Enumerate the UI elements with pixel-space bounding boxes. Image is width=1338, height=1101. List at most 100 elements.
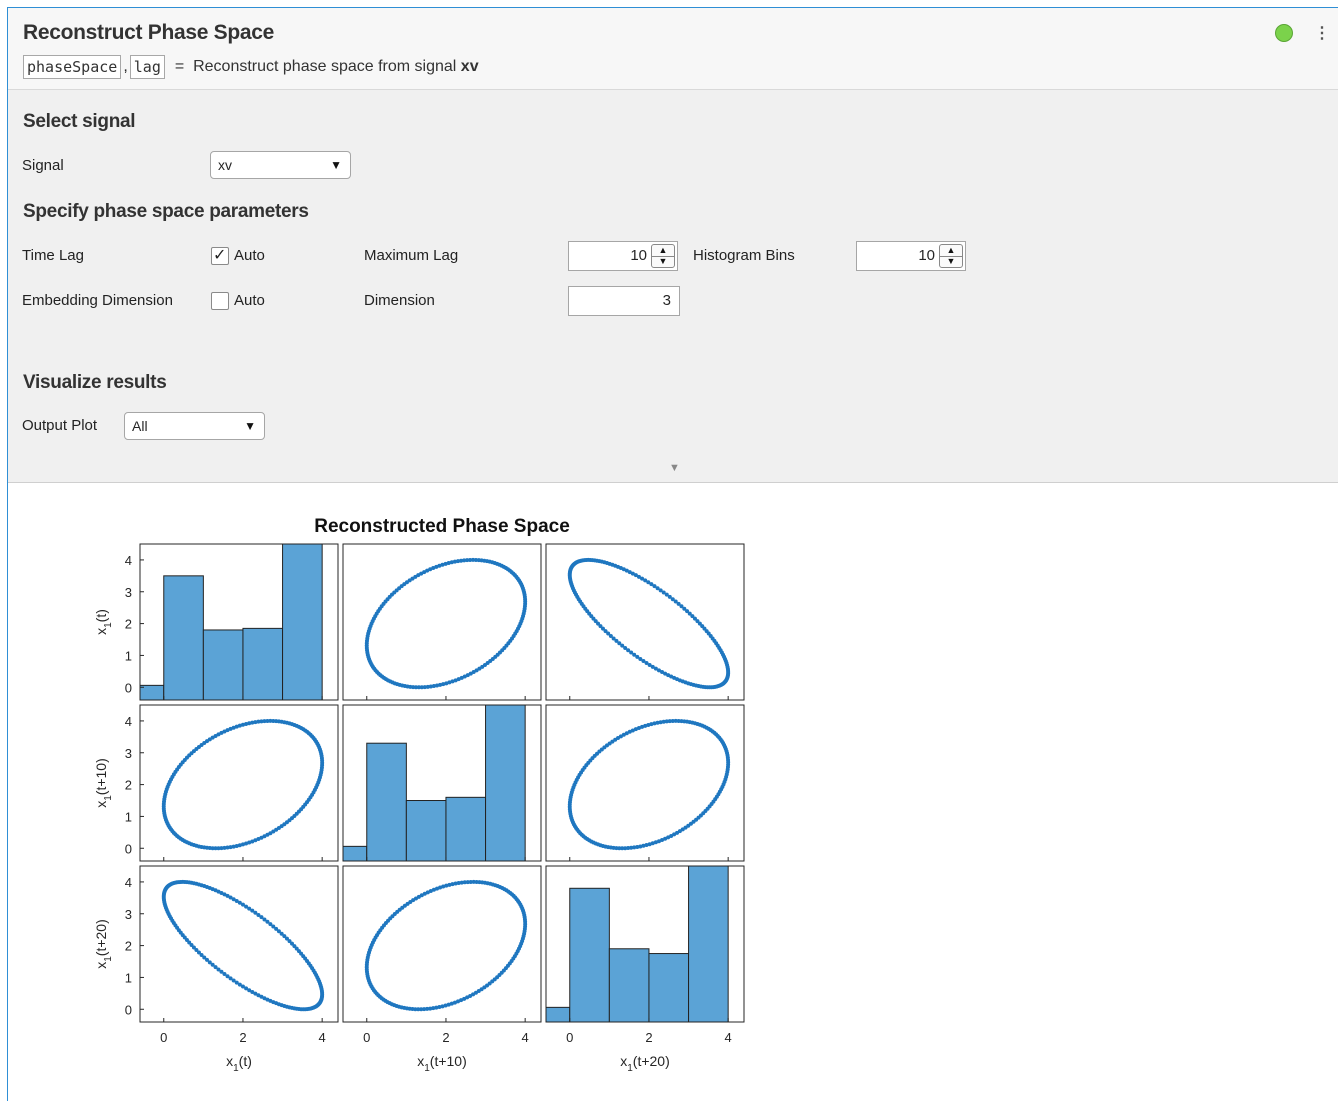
- output-plot-value: All: [132, 418, 148, 434]
- task-header: Reconstruct Phase Space phaseSpace , lag…: [8, 8, 1338, 90]
- y-axis-label: x1(t+20): [93, 919, 114, 969]
- scatter-point: [237, 900, 242, 905]
- embedding-label: Embedding Dimension: [22, 292, 173, 309]
- y-tick-label: 4: [125, 875, 132, 890]
- section-visualize: Visualize results: [23, 372, 167, 393]
- time-lag-auto-checkbox[interactable]: ✓: [211, 247, 229, 265]
- scatter-point: [517, 624, 522, 629]
- hist-bins-stepper[interactable]: ▲ ▼: [939, 244, 963, 268]
- histogram-bar: [546, 1006, 571, 1022]
- chevron-down-icon: ▼: [244, 419, 256, 433]
- task-signature: phaseSpace , lag = Reconstruct phase spa…: [23, 55, 479, 79]
- signal-label: Signal: [22, 157, 64, 174]
- x-tick-label: 0: [363, 1030, 370, 1045]
- max-lag-stepper[interactable]: ▲ ▼: [651, 244, 675, 268]
- output-variable-phaseSpace[interactable]: phaseSpace: [23, 55, 122, 79]
- y-tick-label: 2: [125, 939, 132, 954]
- y-tick-label: 3: [125, 585, 132, 600]
- histogram-bar: [343, 845, 368, 861]
- time-lag-label: Time Lag: [22, 247, 84, 264]
- histogram-bar: [608, 948, 650, 1022]
- equals-sign: =: [174, 58, 185, 75]
- embedding-auto-label: Auto: [234, 292, 265, 309]
- y-axis-label: x1(t+10): [93, 758, 114, 808]
- x-tick-label: 2: [442, 1030, 449, 1045]
- y-tick-label: 3: [125, 907, 132, 922]
- x-axis-label: x1(t): [226, 1053, 252, 1074]
- y-axis-label: x1(t): [93, 609, 114, 635]
- phase-space-figure: Reconstructed Phase Space 0 1 2 3 4 x1(t) 0 1 2 3 4…: [80, 510, 780, 1090]
- histogram-bar: [202, 629, 244, 700]
- collapse-arrow-icon[interactable]: ▼: [669, 462, 680, 474]
- x-tick-label: 2: [645, 1030, 652, 1045]
- y-tick-label: 0: [125, 1002, 132, 1017]
- decrement-icon[interactable]: ▼: [940, 256, 962, 267]
- output-variable-lag[interactable]: lag: [129, 55, 165, 79]
- decrement-icon[interactable]: ▼: [652, 256, 674, 267]
- hist-bins-label: Histogram Bins: [693, 247, 795, 264]
- x-tick-label: 4: [319, 1030, 326, 1045]
- description-prefix: Reconstruct phase space from signal: [193, 58, 457, 75]
- subplot-0-2: [545, 543, 745, 701]
- histogram-bar: [242, 627, 284, 700]
- dimension-label: Dimension: [364, 292, 435, 309]
- chart-title: Reconstructed Phase Space: [314, 516, 570, 537]
- histogram-bar: [366, 742, 407, 861]
- y-tick-label: 4: [125, 553, 132, 568]
- comma-separator: ,: [123, 58, 128, 75]
- subplot-2-0: [139, 865, 339, 1023]
- x-axis-label: x1(t+10): [417, 1053, 467, 1074]
- y-tick-label: 0: [125, 841, 132, 856]
- y-tick-label: 0: [125, 680, 132, 695]
- kebab-menu-icon[interactable]: ⋮: [1314, 23, 1330, 43]
- x-tick-label: 4: [725, 1030, 732, 1045]
- x-tick-label: 2: [239, 1030, 246, 1045]
- scatter-point: [700, 624, 705, 629]
- max-lag-value: 10: [630, 247, 647, 264]
- signal-dropdown-value: xv: [218, 157, 232, 173]
- description-signal: xv: [460, 58, 479, 75]
- histogram-bar: [688, 866, 729, 1022]
- signal-dropdown[interactable]: xv ▼: [210, 151, 351, 179]
- checkmark-icon: ✓: [213, 247, 227, 264]
- section-parameters: Specify phase space parameters: [23, 201, 309, 222]
- histogram-bar: [405, 800, 447, 861]
- section-select-signal: Select signal: [23, 111, 136, 132]
- status-dot-icon[interactable]: [1275, 24, 1293, 42]
- histogram-bar: [648, 953, 690, 1022]
- output-plot-label: Output Plot: [22, 417, 98, 434]
- max-lag-label: Maximum Lag: [364, 247, 459, 264]
- y-tick-label: 3: [125, 746, 132, 761]
- histogram-bar: [163, 575, 204, 700]
- max-lag-spinner[interactable]: 10 ▲ ▼: [568, 241, 678, 271]
- output-plot-dropdown[interactable]: All ▼: [124, 412, 265, 440]
- scatter-point: [700, 723, 705, 728]
- x-axis-label: x1(t+20): [620, 1053, 670, 1074]
- x-tick-label: 4: [522, 1030, 529, 1045]
- y-tick-label: 2: [125, 617, 132, 632]
- time-lag-auto-label: Auto: [234, 247, 265, 264]
- hist-bins-value: 10: [918, 247, 935, 264]
- histogram-bar: [485, 705, 526, 861]
- histogram-bar: [282, 544, 323, 700]
- task-description: = Reconstruct phase space from signal xv: [175, 58, 479, 76]
- task-title: Reconstruct Phase Space: [23, 21, 275, 44]
- histogram-bar: [445, 796, 487, 861]
- y-tick-label: 1: [125, 809, 132, 824]
- scatter-point: [237, 723, 242, 728]
- hist-bins-spinner[interactable]: 10 ▲ ▼: [856, 241, 966, 271]
- y-tick-label: 4: [125, 714, 132, 729]
- x-tick-label: 0: [566, 1030, 573, 1045]
- y-tick-label: 2: [125, 778, 132, 793]
- histogram-bar: [569, 887, 610, 1022]
- chevron-down-icon: ▼: [330, 158, 342, 172]
- phase-space-chart: Reconstructed Phase Space 0 1 2 3 4 x1(t) 0 1 2 3 4…: [93, 516, 745, 1074]
- y-tick-label: 1: [125, 648, 132, 663]
- embedding-auto-checkbox[interactable]: [211, 292, 229, 310]
- y-tick-label: 1: [125, 970, 132, 985]
- x-tick-label: 0: [160, 1030, 167, 1045]
- dimension-field[interactable]: 3: [568, 286, 680, 316]
- dimension-value: 3: [662, 292, 671, 309]
- scatter-point: [517, 900, 522, 905]
- controls-panel: Select signal Signal xv ▼ Specify phase …: [8, 90, 1338, 483]
